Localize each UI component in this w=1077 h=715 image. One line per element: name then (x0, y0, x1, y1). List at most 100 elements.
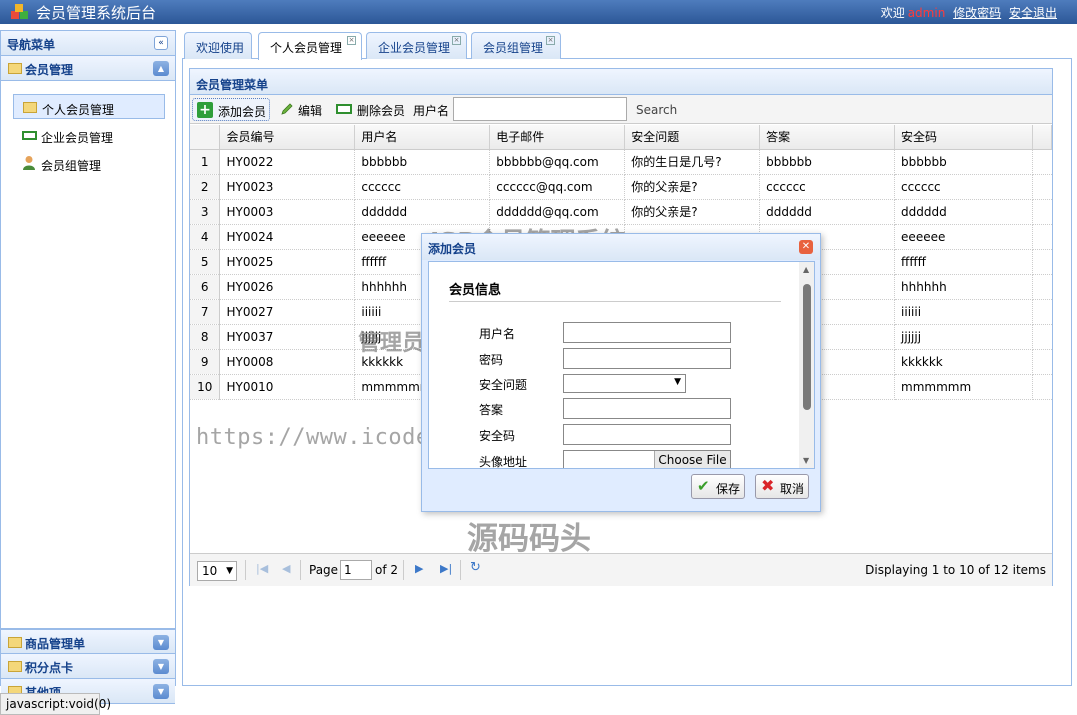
first-page-icon[interactable]: |◀ (256, 562, 268, 575)
table-cell: HY0023 (219, 174, 356, 200)
nav-header: 导航菜单 « (1, 31, 175, 56)
divider (300, 560, 301, 580)
row-number: 3 (190, 199, 221, 225)
tab-welcome[interactable]: 欢迎使用 (184, 32, 252, 59)
close-tab-icon[interactable]: × (452, 36, 461, 45)
tab-member-groups[interactable]: 会员组管理 × (471, 32, 561, 59)
form-section-title: 会员信息 (449, 283, 502, 298)
logout-link[interactable]: 安全退出 (1009, 6, 1057, 20)
edit-button[interactable]: 编辑 (276, 98, 326, 121)
row-number: 5 (190, 249, 221, 275)
tab-personal-members[interactable]: 个人会员管理 × (258, 32, 362, 60)
chevron-up-icon[interactable]: ▲ (153, 61, 169, 76)
change-password-link[interactable]: 修改密码 (953, 6, 1001, 20)
app-header: 会员管理系统后台 欢迎 admin 修改密码 安全退出 (0, 0, 1077, 24)
grid-toolbar: + 添加会员 编辑 删除会员 用户名 Search (190, 95, 1052, 124)
nav-title: 导航菜单 (7, 38, 56, 52)
cancel-button[interactable]: ✖ 取消 (755, 474, 809, 499)
collapse-sidebar-icon[interactable]: « (154, 36, 168, 50)
table-cell: dddddd (894, 199, 1033, 225)
scroll-thumb[interactable] (803, 284, 811, 410)
column-header[interactable]: 用户名 (354, 125, 491, 150)
delete-member-button[interactable]: 删除会员 (332, 98, 410, 121)
chevron-down-icon[interactable]: ▼ (153, 659, 169, 674)
app-logo-icon (11, 4, 28, 19)
answer-label: 答案 (479, 403, 504, 417)
search-button[interactable]: Search (636, 103, 677, 117)
column-header[interactable]: 答案 (759, 125, 896, 150)
page-count-label: of 2 (375, 563, 399, 577)
panel-title: 会员管理菜单 (196, 78, 269, 92)
page-size-select[interactable]: 10 ▼ (197, 561, 237, 581)
avatar-file-input[interactable]: Choose File (563, 450, 731, 468)
accordion-member-management[interactable]: 会员管理 ▲ (1, 56, 175, 81)
sidebar-item-label: 个人会员管理 (42, 103, 115, 117)
column-header[interactable]: 电子邮件 (489, 125, 626, 150)
table-cell: dddddd (759, 199, 896, 225)
table-cell: mmmmmm (894, 374, 1033, 400)
add-member-button[interactable]: + 添加会员 (192, 98, 270, 121)
accordion-points-cards[interactable]: 积分点卡 ▼ (1, 654, 175, 679)
sidebar-item-enterprise-members[interactable]: 企业会员管理 (13, 123, 165, 148)
chevron-down-icon: ▼ (674, 377, 681, 387)
sidebar-item-member-groups[interactable]: 会员组管理 (13, 151, 165, 176)
scroll-down-icon[interactable]: ▼ (803, 456, 809, 465)
column-header[interactable]: 会员编号 (219, 125, 356, 150)
username-search-input[interactable] (453, 97, 627, 121)
dialog-scrollbar[interactable]: ▲ ▼ (799, 262, 814, 468)
chevron-down-icon: ▼ (226, 566, 233, 576)
choose-file-button[interactable]: Choose File (654, 451, 730, 468)
table-cell: HY0010 (219, 374, 356, 400)
accordion-goods-management[interactable]: 商品管理单 ▼ (1, 629, 175, 654)
dialog-title: 添加会员 (428, 242, 477, 256)
row-number: 2 (190, 174, 221, 200)
close-icon[interactable]: ✕ (799, 240, 813, 254)
prev-page-icon[interactable]: ◀ (282, 562, 290, 575)
save-button[interactable]: ✔ 保存 (691, 474, 745, 499)
scroll-spacer (1032, 274, 1052, 300)
divider (460, 560, 461, 580)
table-row[interactable]: 1 HY0022 bbbbbb bbbbbb@qq.com 你的生日是几号? bbbbbb… (190, 149, 1052, 175)
folder-icon (8, 661, 22, 672)
plus-icon: + (197, 102, 213, 118)
table-cell: HY0025 (219, 249, 356, 275)
security-code-field[interactable] (563, 424, 731, 445)
last-page-icon[interactable]: ▶| (440, 562, 452, 575)
status-url: javascript:void(0) (6, 697, 112, 711)
table-row[interactable]: 2 HY0023 cccccc cccccc@qq.com 你的父亲是? cccccc cc… (190, 174, 1052, 200)
table-cell: jjjjjj (894, 324, 1033, 350)
table-cell: kkkkkk (894, 349, 1033, 375)
sidebar-item-personal-members[interactable]: 个人会员管理 (13, 94, 165, 119)
folder-icon (23, 102, 37, 113)
row-number: 1 (190, 149, 221, 175)
page-number-input[interactable]: 1 (340, 560, 372, 580)
tab-enterprise-members[interactable]: 企业会员管理 × (366, 32, 467, 59)
close-tab-icon[interactable]: × (546, 36, 555, 45)
table-cell: dddddd (354, 199, 491, 225)
cancel-x-icon: ✖ (761, 476, 775, 495)
next-page-icon[interactable]: ▶ (415, 562, 423, 575)
accordion-label: 会员管理 (25, 63, 74, 77)
table-cell: HY0027 (219, 299, 356, 325)
answer-field[interactable] (563, 398, 731, 419)
dialog-header: 添加会员 ✕ (422, 234, 820, 260)
chevron-down-icon[interactable]: ▼ (153, 684, 169, 699)
refresh-icon[interactable]: ↻ (470, 560, 481, 575)
username-field[interactable] (563, 322, 731, 343)
password-field[interactable] (563, 348, 731, 369)
scroll-spacer (1032, 199, 1052, 225)
username-label: 用户名 (479, 327, 516, 341)
table-cell: bbbbbb (759, 149, 896, 175)
close-tab-icon[interactable]: × (347, 36, 356, 45)
chevron-down-icon[interactable]: ▼ (153, 635, 169, 650)
column-header[interactable]: 安全码 (894, 125, 1033, 150)
table-cell: HY0024 (219, 224, 356, 250)
table-row[interactable]: 3 HY0003 dddddd dddddd@qq.com 你的父亲是? dddddd dd… (190, 199, 1052, 225)
security-question-select[interactable]: ▼ (563, 374, 686, 393)
scroll-up-icon[interactable]: ▲ (803, 265, 809, 274)
button-label: 编辑 (298, 104, 323, 118)
sidebar-item-label: 会员组管理 (41, 159, 102, 173)
column-header[interactable]: 安全问题 (624, 125, 761, 150)
watermark-brand: 源码码头 (467, 521, 591, 557)
scroll-spacer (1032, 224, 1052, 250)
